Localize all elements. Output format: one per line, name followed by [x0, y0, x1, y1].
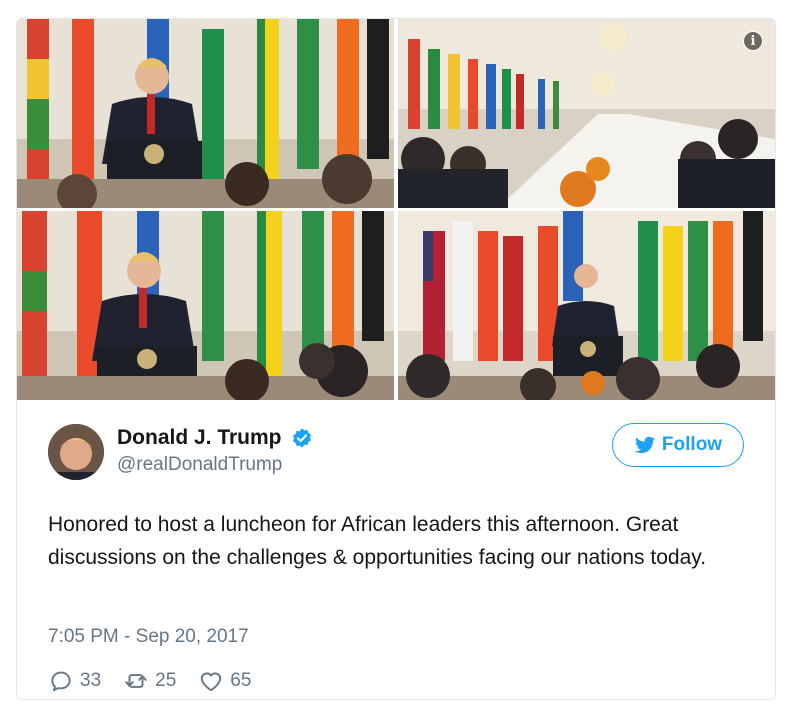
- retweet-button[interactable]: 25: [123, 668, 176, 694]
- like-button[interactable]: 65: [198, 668, 251, 694]
- photo-3-image: [17, 211, 394, 400]
- tweet-actions: 33 25 65: [48, 668, 273, 694]
- author-block: Donald J. Trump @realDonaldTrump: [117, 426, 313, 476]
- like-count: 65: [230, 670, 252, 691]
- photo-4-image: [398, 211, 775, 400]
- heart-icon: [201, 672, 222, 692]
- photo-1-image: [17, 19, 394, 208]
- verified-badge-icon: [292, 428, 312, 448]
- photo-banquet-hall[interactable]: i: [398, 19, 775, 208]
- tweet-card[interactable]: i Donald J. Trump @realDonaldTrump Follo…: [16, 18, 776, 700]
- reply-button[interactable]: 33: [48, 668, 101, 694]
- tweet-text: Honored to host a luncheon for African l…: [48, 513, 707, 569]
- photo-2-image: [398, 19, 775, 208]
- photo-grid: i: [17, 19, 775, 400]
- reply-icon: [51, 671, 71, 692]
- avatar[interactable]: [48, 424, 104, 480]
- retweet-icon: [125, 674, 147, 688]
- display-name[interactable]: Donald J. Trump: [117, 426, 282, 450]
- photo-speaker-wide[interactable]: [398, 211, 775, 400]
- timestamp[interactable]: 7:05 PM - Sep 20, 2017: [48, 626, 249, 648]
- retweet-count: 25: [155, 670, 177, 691]
- tweet-body: Donald J. Trump @realDonaldTrump Follow …: [17, 400, 775, 699]
- avatar-image: [48, 424, 104, 480]
- photo-speaker-podium[interactable]: [17, 19, 394, 208]
- photo-speaker-closeup[interactable]: [17, 211, 394, 400]
- user-handle[interactable]: @realDonaldTrump: [117, 454, 313, 476]
- follow-button-label: Follow: [661, 434, 723, 455]
- twitter-bird-icon: [634, 436, 656, 454]
- reply-count: 33: [80, 670, 102, 691]
- follow-button[interactable]: Follow: [612, 423, 744, 467]
- info-icon[interactable]: i: [743, 31, 763, 51]
